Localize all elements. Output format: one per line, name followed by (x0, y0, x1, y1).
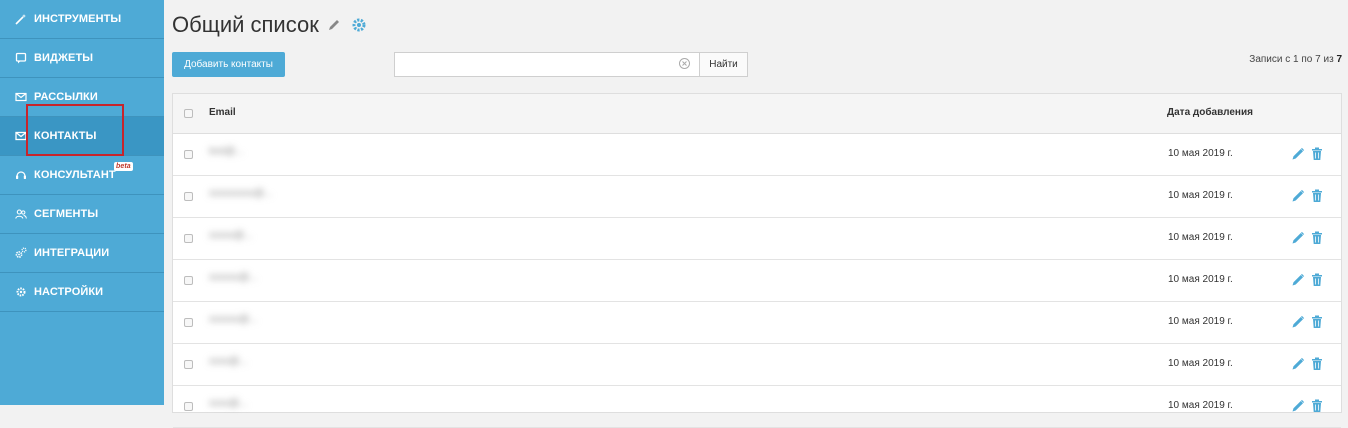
records-of: из (1323, 54, 1334, 65)
magic-wand-icon (14, 13, 27, 26)
row-checkbox[interactable] (184, 234, 193, 243)
trash-icon[interactable] (1311, 357, 1323, 374)
row-date: 10 мая 2019 г. (1168, 358, 1233, 369)
users-icon (14, 208, 27, 221)
sidebar-item-segments[interactable]: Сегменты (0, 195, 164, 234)
trash-icon[interactable] (1311, 273, 1323, 290)
table-header: Email Дата добавления (173, 94, 1341, 134)
table-row[interactable]: xxxxx@... 10 мая 2019 г. (173, 218, 1341, 260)
records-prefix: Записи с (1249, 54, 1291, 65)
records-counter: Записи с 1 по 7 из 7 (1249, 54, 1342, 65)
edit-icon[interactable] (1291, 231, 1305, 248)
row-date: 10 мая 2019 г. (1168, 400, 1233, 411)
row-checkbox[interactable] (184, 360, 193, 369)
row-checkbox[interactable] (184, 402, 193, 411)
trash-icon[interactable] (1311, 189, 1323, 206)
sidebar-item-contacts[interactable]: Контакты (0, 117, 164, 156)
headset-icon (14, 169, 27, 182)
sidebar-item-label: Настройки (34, 286, 104, 298)
row-checkbox[interactable] (184, 276, 193, 285)
sidebar-item-integrations[interactable]: Интеграции (0, 234, 164, 273)
trash-icon[interactable] (1311, 147, 1323, 164)
search-input[interactable] (394, 52, 700, 77)
row-email: xxxxx@... (209, 230, 253, 241)
row-checkbox[interactable] (184, 150, 193, 159)
table-row[interactable]: xxxxxx@... 10 мая 2019 г. (173, 302, 1341, 344)
sidebar-item-label: Сегменты (34, 208, 99, 220)
beta-badge: beta (114, 162, 133, 171)
sidebar-item-settings[interactable]: Настройки (0, 273, 164, 312)
sidebar: Инструменты Виджеты Рассылки Контакты Ко… (0, 0, 164, 405)
edit-icon[interactable] (1291, 399, 1305, 416)
column-header-email[interactable]: Email (209, 107, 236, 118)
envelope-icon (14, 91, 27, 104)
row-email: xxxx@... (209, 356, 248, 367)
contacts-table: Email Дата добавления test@... 10 мая 201… (172, 93, 1342, 428)
trash-icon[interactable] (1311, 315, 1323, 332)
sidebar-item-mailings[interactable]: Рассылки (0, 78, 164, 117)
page-title: Общий список (172, 12, 319, 37)
sidebar-item-widgets[interactable]: Виджеты (0, 39, 164, 78)
main-content: Общий список Добавить контакты Найти Зап… (164, 0, 1348, 428)
table-row[interactable]: xxxx@... 10 мая 2019 г. (173, 386, 1341, 428)
sidebar-item-label: Виджеты (34, 52, 94, 64)
row-date: 10 мая 2019 г. (1168, 148, 1233, 159)
search-bar: Найти (394, 52, 748, 77)
contacts-envelope-icon (14, 130, 27, 143)
row-date: 10 мая 2019 г. (1168, 316, 1233, 327)
records-total: 7 (1336, 54, 1342, 65)
select-all-checkbox[interactable] (184, 109, 193, 118)
records-to: 7 (1315, 54, 1321, 65)
table-row[interactable]: xxxxxx@... 10 мая 2019 г. (173, 260, 1341, 302)
sidebar-item-consultant[interactable]: Консультант beta (0, 156, 164, 195)
pencil-icon[interactable] (327, 18, 341, 32)
edit-icon[interactable] (1291, 357, 1305, 374)
edit-icon[interactable] (1291, 273, 1305, 290)
table-row[interactable]: xxxx@... 10 мая 2019 г. (173, 344, 1341, 386)
find-button[interactable]: Найти (700, 52, 748, 77)
column-header-date[interactable]: Дата добавления (1167, 107, 1253, 118)
records-mid: по (1301, 54, 1313, 65)
sidebar-item-tools[interactable]: Инструменты (0, 0, 164, 39)
sidebar-item-label: Контакты (34, 130, 97, 142)
title-row: Общий список (172, 12, 367, 38)
row-email: xxxx@... (209, 398, 248, 409)
records-from: 1 (1293, 54, 1299, 65)
sidebar-item-label: Интеграции (34, 247, 110, 259)
row-email: test@... (209, 146, 244, 157)
row-email: xxxxxxxxx@... (209, 188, 273, 199)
row-checkbox[interactable] (184, 192, 193, 201)
edit-icon[interactable] (1291, 147, 1305, 164)
sidebar-item-label: Инструменты (34, 13, 122, 25)
trash-icon[interactable] (1311, 231, 1323, 248)
sidebar-item-label: Консультант (34, 169, 116, 181)
clear-icon[interactable] (678, 57, 691, 70)
table-row[interactable]: test@... 10 мая 2019 г. (173, 134, 1341, 176)
row-email: xxxxxx@... (209, 314, 258, 325)
gear-icon (14, 286, 27, 299)
trash-icon[interactable] (1311, 399, 1323, 416)
sidebar-item-label: Рассылки (34, 91, 98, 103)
row-checkbox[interactable] (184, 318, 193, 327)
row-email: xxxxxx@... (209, 272, 258, 283)
row-date: 10 мая 2019 г. (1168, 190, 1233, 201)
gears-icon (14, 247, 27, 260)
row-date: 10 мая 2019 г. (1168, 232, 1233, 243)
row-date: 10 мая 2019 г. (1168, 274, 1233, 285)
table-row[interactable]: xxxxxxxxx@... 10 мая 2019 г. (173, 176, 1341, 218)
edit-icon[interactable] (1291, 189, 1305, 206)
add-contacts-button[interactable]: Добавить контакты (172, 52, 285, 77)
gear-icon[interactable] (351, 17, 367, 33)
widget-icon (14, 52, 27, 65)
edit-icon[interactable] (1291, 315, 1305, 332)
